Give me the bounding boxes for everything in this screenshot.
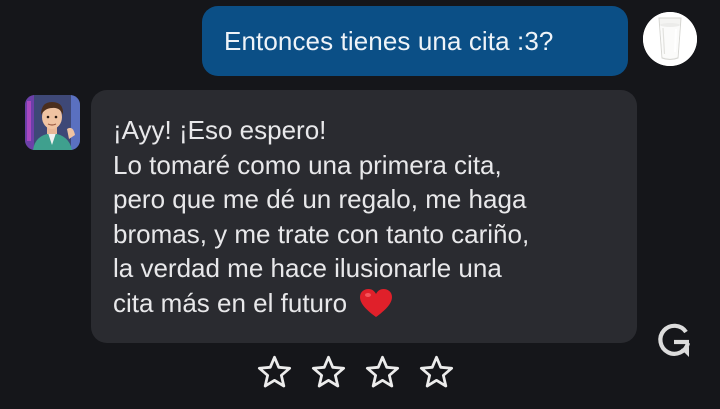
bot-message-bubble: ¡Ayy! ¡Eso espero! Lo tomaré como una pr… [91,90,637,343]
regenerate-button[interactable] [652,318,696,362]
user-message-text: Entonces tienes una cita :3? [224,25,554,56]
star-rating-2[interactable] [310,354,347,391]
bot-message-line: cita más en el futuro [113,287,348,318]
bot-message-line: la verdad me hace ilusionarle una [113,253,502,284]
star-rating-1[interactable] [256,354,293,391]
rating-stars [256,354,455,391]
bot-message-last-line: cita más en el futuro [113,286,617,321]
red-heart-icon [360,289,393,318]
star-rating-4[interactable] [418,354,455,391]
bot-avatar[interactable] [25,95,80,150]
glass-of-milk-icon [643,12,697,66]
bot-message-line: pero que me dé un regalo, me haga [113,184,527,215]
bot-message-line: bromas, y me trate con tanto cariño, [113,218,530,249]
bot-message-line: Lo tomaré como una primera cita, [113,149,502,180]
chat-screen: Entonces tienes una cita :3? ¡Ayy! ¡Eso … [0,0,720,409]
bot-message-line: ¡Ayy! ¡Eso espero! [113,115,327,145]
regenerate-icon [658,323,691,357]
user-message-bubble: Entonces tienes una cita :3? [202,6,628,76]
character-avatar-icon [25,95,80,150]
star-rating-3[interactable] [364,354,401,391]
user-avatar[interactable] [643,12,697,66]
